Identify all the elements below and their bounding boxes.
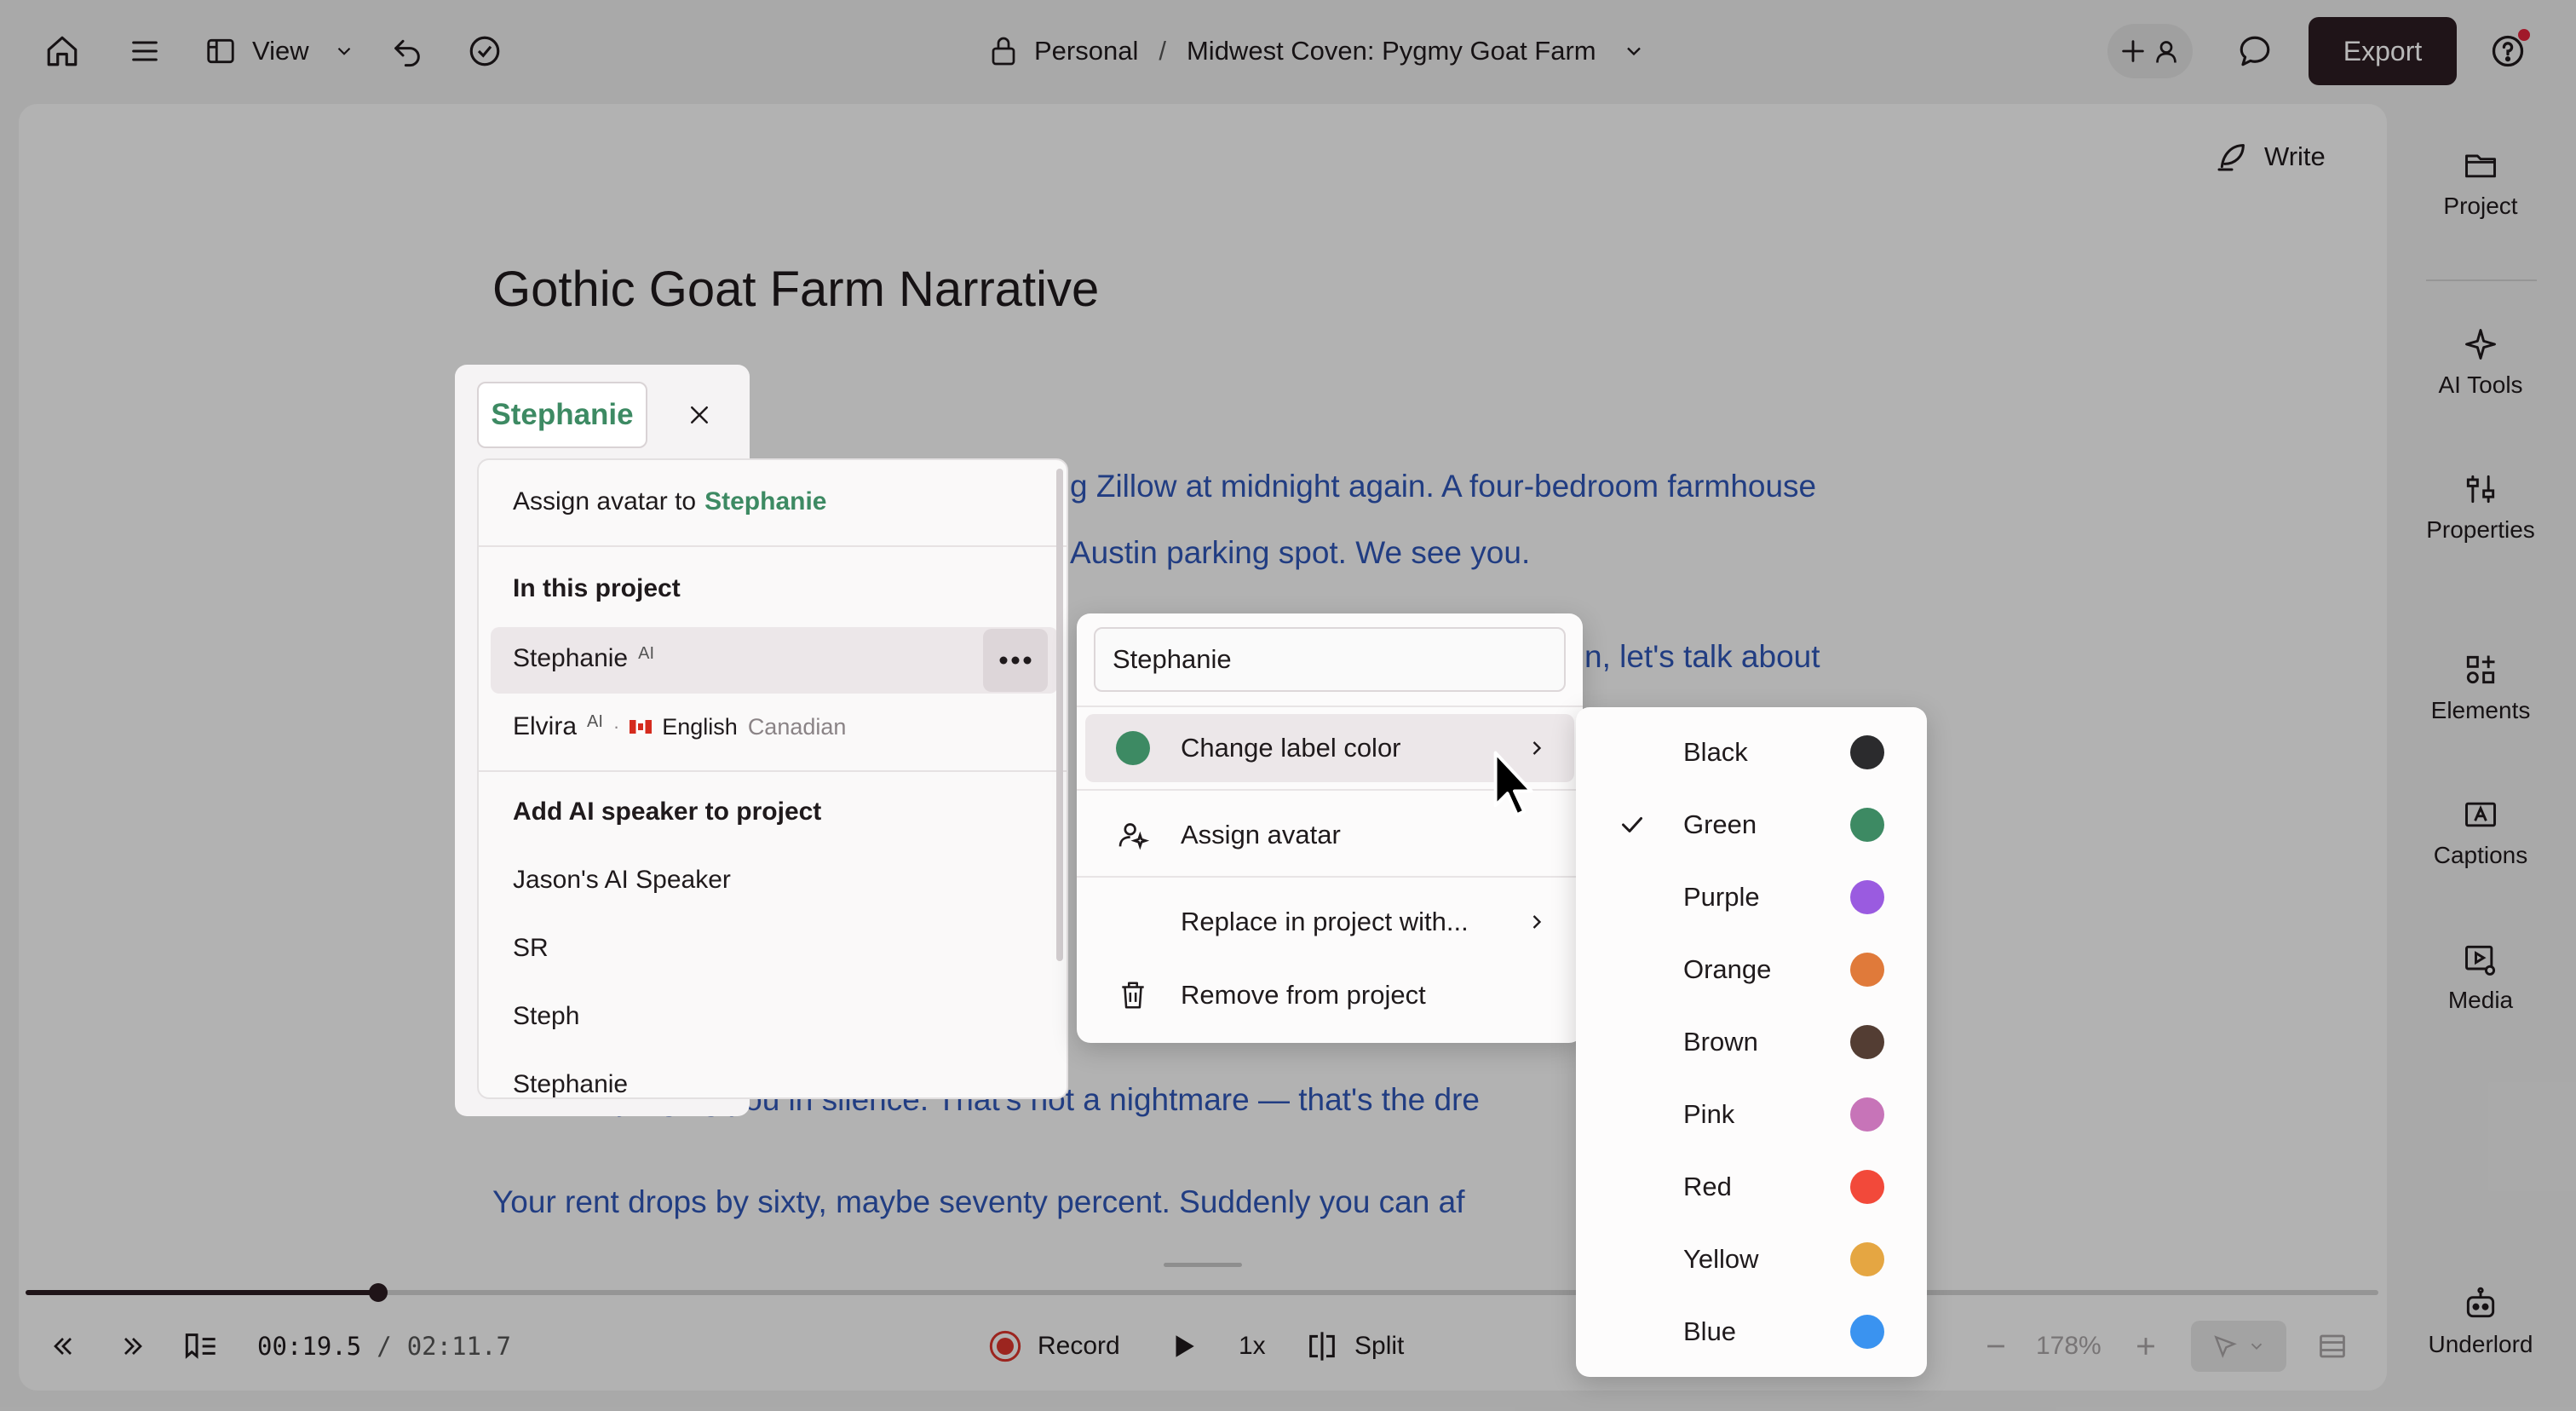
color-swatch xyxy=(1850,1169,1884,1204)
color-option-black[interactable]: Black xyxy=(1576,716,1927,788)
color-swatch xyxy=(1850,1024,1884,1059)
divider xyxy=(1077,876,1583,878)
change-color-label: Change label color xyxy=(1181,733,1401,763)
color-option-purple[interactable]: Purple xyxy=(1576,861,1927,933)
color-name: Green xyxy=(1683,809,1757,839)
add-speaker-item[interactable]: Jason's AI Speaker xyxy=(513,866,731,895)
color-swatch xyxy=(1850,807,1884,842)
speaker-accent: Canadian xyxy=(747,713,847,740)
assign-avatar-label: Assign avatar xyxy=(1181,820,1341,849)
color-swatch xyxy=(1850,1097,1884,1132)
color-name: Blue xyxy=(1683,1316,1737,1346)
add-speaker-item[interactable]: Stephanie xyxy=(513,1070,628,1097)
user-sparkle-icon xyxy=(1085,818,1181,852)
assign-avatar-prefix: Assign avatar to xyxy=(513,487,697,515)
speaker-context-menu: Stephanie Change label color Assign avat… xyxy=(1077,613,1583,1043)
replace-label: Replace in project with... xyxy=(1181,907,1469,936)
ai-badge: AI xyxy=(638,643,655,663)
list-scrollbar[interactable] xyxy=(1056,469,1063,961)
ai-badge: AI xyxy=(587,711,603,731)
color-option-green[interactable]: Green xyxy=(1576,788,1927,861)
speaker-list: Assign avatar to Stephanie In this proje… xyxy=(477,458,1068,1099)
color-option-orange[interactable]: Orange xyxy=(1576,933,1927,1005)
speaker-language: English xyxy=(662,713,738,740)
color-option-brown[interactable]: Brown xyxy=(1576,1005,1927,1078)
color-option-pink[interactable]: Pink xyxy=(1576,1078,1927,1150)
section-header: Add AI speaker to project xyxy=(513,798,822,826)
divider xyxy=(1077,706,1583,707)
speaker-name-input[interactable]: Stephanie xyxy=(1094,627,1566,692)
color-name: Pink xyxy=(1683,1098,1735,1129)
speaker-item-stephanie[interactable]: Stephanie AI xyxy=(513,644,654,673)
color-name: Purple xyxy=(1683,881,1760,912)
color-swatch xyxy=(1850,879,1884,914)
remove-from-project-item[interactable]: Remove from project xyxy=(1085,961,1574,1029)
add-speaker-item[interactable]: SR xyxy=(513,934,549,963)
assign-avatar-name: Stephanie xyxy=(704,487,827,515)
flag-canada-icon xyxy=(630,720,653,734)
assign-avatar-row[interactable]: Assign avatar to Stephanie xyxy=(513,487,827,516)
color-option-blue[interactable]: Blue xyxy=(1576,1295,1927,1368)
color-name: Brown xyxy=(1683,1026,1758,1057)
divider xyxy=(479,545,1067,547)
color-swatch xyxy=(1850,1241,1884,1276)
trash-icon xyxy=(1085,979,1181,1011)
label-color-menu: Black Green Purple Orange Brown Pink Red Yellow… xyxy=(1576,707,1927,1377)
section-header: In this project xyxy=(513,574,681,602)
current-speaker-chip[interactable]: Stephanie xyxy=(477,382,647,448)
color-swatch xyxy=(1850,1314,1884,1349)
color-name: Black xyxy=(1683,736,1748,767)
label-color-swatch xyxy=(1116,731,1150,765)
speaker-name: Elvira xyxy=(513,712,578,740)
speaker-more-button[interactable] xyxy=(983,629,1048,692)
replace-in-project-item[interactable]: Replace in project with... xyxy=(1085,888,1574,956)
color-option-yellow[interactable]: Yellow xyxy=(1576,1223,1927,1295)
close-speaker-button[interactable] xyxy=(681,397,717,433)
add-speaker-item[interactable]: Steph xyxy=(513,1002,579,1031)
speaker-item-elvira[interactable]: Elvira AI · English Canadian xyxy=(513,712,846,741)
mouse-cursor-icon xyxy=(1491,748,1538,820)
close-icon xyxy=(691,406,708,423)
color-name: Red xyxy=(1683,1171,1732,1201)
color-name: Orange xyxy=(1683,953,1772,984)
speaker-name: Stephanie xyxy=(513,644,629,672)
more-horizontal-icon xyxy=(998,655,1032,665)
checkmark-icon xyxy=(1617,809,1647,840)
color-swatch xyxy=(1850,952,1884,987)
color-name: Yellow xyxy=(1683,1243,1759,1274)
meta-separator: · xyxy=(612,716,620,737)
color-swatch xyxy=(1850,734,1884,769)
color-option-red[interactable]: Red xyxy=(1576,1150,1927,1223)
divider xyxy=(479,770,1067,772)
chevron-right-icon xyxy=(1525,910,1549,934)
remove-label: Remove from project xyxy=(1181,980,1426,1010)
